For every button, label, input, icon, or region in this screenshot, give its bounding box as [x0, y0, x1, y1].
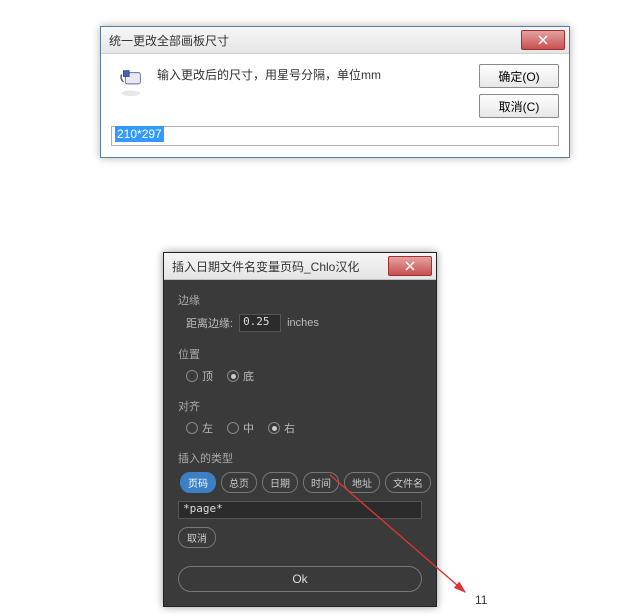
- cancel-button[interactable]: 取消: [178, 527, 216, 548]
- align-section-label: 对齐: [178, 398, 422, 414]
- margin-field-label: 距离边缘:: [186, 315, 233, 331]
- close-button[interactable]: [521, 30, 565, 50]
- page-number-annotation: 11: [475, 593, 487, 607]
- dialog-message: 输入更改后的尺寸，用星号分隔，单位mm: [157, 64, 469, 118]
- radio-align-center[interactable]: 中: [227, 420, 254, 436]
- margin-input[interactable]: 0.25: [239, 314, 281, 332]
- dialog-title: 插入日期文件名变量页码_Chlo汉化: [172, 258, 359, 275]
- ok-button[interactable]: 确定(O): [479, 64, 559, 88]
- radio-icon: [186, 422, 198, 434]
- margin-section-label: 边缘: [178, 292, 422, 308]
- insert-variable-dialog: 插入日期文件名变量页码_Chlo汉化 边缘 距离边缘: 0.25 inches …: [163, 252, 437, 607]
- radio-align-right[interactable]: 右: [268, 420, 295, 436]
- tab-path[interactable]: 地址: [344, 472, 380, 493]
- size-input[interactable]: 210*297: [111, 126, 559, 146]
- tab-filename[interactable]: 文件名: [385, 472, 431, 493]
- ok-button[interactable]: Ok: [178, 566, 422, 592]
- resize-artboards-dialog: 统一更改全部画板尺寸 输入更改后的尺寸，用星号分隔，单位mm 确定(O) 取消(…: [100, 26, 570, 158]
- tab-date[interactable]: 日期: [262, 472, 298, 493]
- radio-position-bottom[interactable]: 底: [227, 368, 254, 384]
- tab-time[interactable]: 时间: [303, 472, 339, 493]
- tab-page-number[interactable]: 页码: [180, 472, 216, 493]
- position-section-label: 位置: [178, 346, 422, 362]
- insert-section-label: 插入的类型: [178, 450, 422, 466]
- insert-value-input[interactable]: *page*: [178, 501, 422, 519]
- radio-icon: [186, 370, 198, 382]
- radio-align-left[interactable]: 左: [186, 420, 213, 436]
- radio-icon: [227, 422, 239, 434]
- radio-icon: [268, 422, 280, 434]
- cancel-button[interactable]: 取消(C): [479, 94, 559, 118]
- close-button[interactable]: [388, 256, 432, 276]
- dialog-title: 统一更改全部画板尺寸: [109, 32, 229, 49]
- script-icon: [115, 66, 147, 98]
- margin-unit: inches: [287, 317, 319, 329]
- radio-icon: [227, 370, 239, 382]
- titlebar[interactable]: 统一更改全部画板尺寸: [101, 27, 569, 54]
- tab-total-pages[interactable]: 总页: [221, 472, 257, 493]
- radio-position-top[interactable]: 顶: [186, 368, 213, 384]
- titlebar[interactable]: 插入日期文件名变量页码_Chlo汉化: [164, 253, 436, 280]
